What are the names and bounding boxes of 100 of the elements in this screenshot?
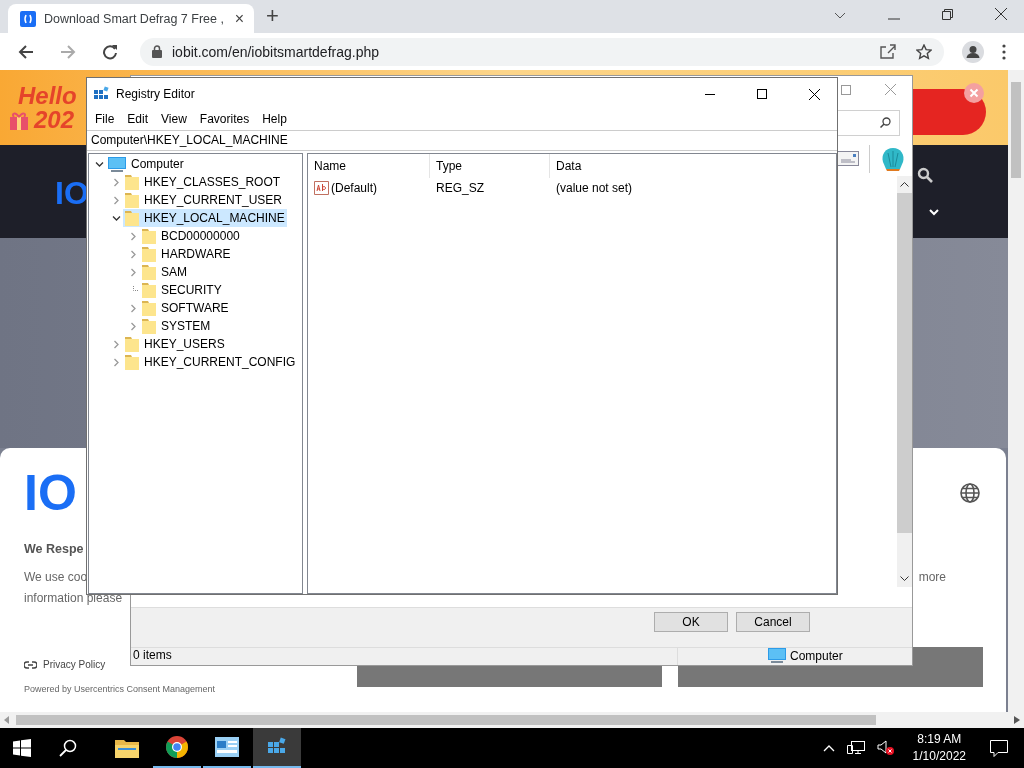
tree-item[interactable]: BCD00000000 [140, 227, 242, 245]
column-header[interactable]: Data [550, 154, 700, 178]
new-tab-button[interactable]: + [266, 3, 279, 29]
scrollbar[interactable] [0, 712, 1024, 728]
table-cell[interactable]: (Default) [331, 181, 377, 195]
browser-icon [165, 735, 189, 759]
tree-item[interactable]: Computer [106, 155, 186, 173]
search-icon [880, 117, 891, 129]
notifications-icon[interactable] [990, 739, 1008, 757]
dialog-button[interactable]: Cancel [736, 612, 810, 633]
maximize-icon[interactable] [841, 84, 851, 95]
profile-icon[interactable] [962, 40, 984, 63]
search-icon[interactable] [59, 739, 77, 757]
tree-item[interactable]: HKEY_CLASSES_ROOT [123, 173, 283, 191]
address-bar[interactable]: iobit.com/en/iobitsmartdefrag.php [140, 37, 944, 66]
back-icon[interactable] [18, 43, 34, 60]
banner-year: 202 [34, 107, 75, 132]
scrollbar-thumb[interactable] [16, 715, 876, 725]
tree-item-label: HKEY_CLASSES_ROOT [144, 175, 281, 189]
string-value-icon [314, 181, 329, 195]
globe-icon[interactable] [960, 483, 980, 503]
tree-item[interactable]: SOFTWARE [140, 299, 231, 317]
minimize-icon [705, 93, 715, 95]
site-favicon-icon [20, 10, 36, 27]
tree-item-label: SYSTEM [161, 319, 211, 333]
url-text: iobit.com/en/iobitsmartdefrag.php [172, 43, 379, 60]
tab-close-button[interactable]: × [234, 9, 244, 28]
scroll-down-icon[interactable] [900, 576, 909, 582]
restore-icon[interactable] [942, 9, 953, 20]
chevron-down-icon[interactable] [112, 213, 121, 223]
folder-icon [125, 192, 139, 208]
speaker-muted-icon[interactable] [876, 740, 895, 756]
privacy-policy-link[interactable]: Privacy Policy [43, 659, 106, 670]
menu-item[interactable]: View [155, 112, 193, 126]
tree-item-label: SAM [161, 265, 187, 279]
tree-item[interactable]: SYSTEM [140, 317, 213, 335]
browser-tab[interactable]: Download Smart Defrag 7 Free , × [8, 4, 254, 33]
tree-item[interactable]: HKEY_CURRENT_CONFIG [123, 353, 298, 371]
scrollbar-thumb[interactable] [897, 192, 912, 533]
menu-icon[interactable] [1002, 43, 1006, 60]
dialog-button[interactable]: OK [654, 612, 728, 633]
scroll-up-icon[interactable] [900, 181, 909, 187]
folder-icon [142, 318, 156, 334]
folder-icon [115, 738, 139, 758]
close-icon[interactable] [964, 83, 984, 103]
folder-icon [125, 210, 139, 226]
chevron-down-icon[interactable] [95, 159, 104, 169]
maximize-icon [757, 89, 767, 99]
lock-icon [152, 45, 162, 58]
star-icon[interactable] [916, 43, 932, 60]
folder-icon [142, 246, 156, 262]
tab-search-icon[interactable] [834, 12, 846, 20]
monitor-icon [768, 648, 786, 663]
tree-item-label: HKEY_USERS [144, 337, 225, 351]
registry-app-icon [94, 86, 110, 102]
table-cell-text: (value not set) [555, 181, 634, 195]
tree-item[interactable]: SAM [140, 263, 189, 281]
column-header[interactable]: Name [308, 154, 430, 178]
menu-item[interactable]: Favorites [193, 112, 256, 126]
column-header[interactable]: Type [430, 154, 550, 178]
consent-heading: We Respe [24, 542, 84, 556]
tree-item[interactable]: HARDWARE [140, 245, 233, 263]
site-logo[interactable]: IO [55, 175, 89, 212]
table-cell-text: REG_SZ [435, 181, 485, 195]
folder-icon [142, 264, 156, 280]
chevron-up-icon[interactable] [822, 744, 835, 752]
tree-item[interactable]: HKEY_LOCAL_MACHINE [123, 209, 287, 227]
clock-time[interactable]: 8:19 AM [917, 731, 962, 748]
tree-item[interactable]: HKEY_USERS [123, 335, 227, 353]
menu-item[interactable]: Edit [121, 112, 155, 126]
tree-item-label: HKEY_LOCAL_MACHINE [144, 211, 285, 225]
scroll-right-icon[interactable] [1014, 716, 1020, 724]
tree-item[interactable]: HKEY_CURRENT_USER [123, 191, 285, 209]
status-text: 0 items [131, 648, 678, 665]
close-icon[interactable] [995, 8, 1007, 20]
folder-icon [142, 228, 156, 244]
window-title: Registry Editor [116, 87, 195, 101]
consent-logo: IO [24, 468, 77, 518]
status-location: Computer [790, 648, 843, 663]
folder-icon [125, 354, 139, 370]
chevron-down-icon[interactable] [929, 209, 939, 216]
scrollbar[interactable] [1008, 70, 1024, 712]
clock-date[interactable]: 1/10/2022 [912, 748, 966, 765]
scrollbar-thumb[interactable] [1011, 82, 1021, 178]
card-icon[interactable] [837, 151, 859, 167]
menu-item[interactable]: File [89, 112, 121, 126]
tree-item-label: Computer [131, 157, 184, 171]
shell-icon[interactable] [880, 146, 906, 171]
network-icon[interactable] [846, 740, 865, 756]
address-field[interactable]: Computer\HKEY_LOCAL_MACHINE [87, 130, 837, 151]
windows-start-icon[interactable] [13, 739, 31, 757]
menu-item[interactable]: Help [256, 112, 293, 126]
tree-item[interactable]: SECURITY [140, 281, 224, 299]
powered-by-text: Powered by Usercentrics Consent Management [24, 684, 217, 694]
tree-item-label: BCD00000000 [161, 229, 240, 243]
search-icon[interactable] [917, 167, 933, 183]
share-icon[interactable] [880, 44, 896, 59]
reload-icon[interactable] [102, 43, 118, 60]
tree-item-label: SOFTWARE [161, 301, 229, 315]
computer-icon [108, 156, 126, 172]
